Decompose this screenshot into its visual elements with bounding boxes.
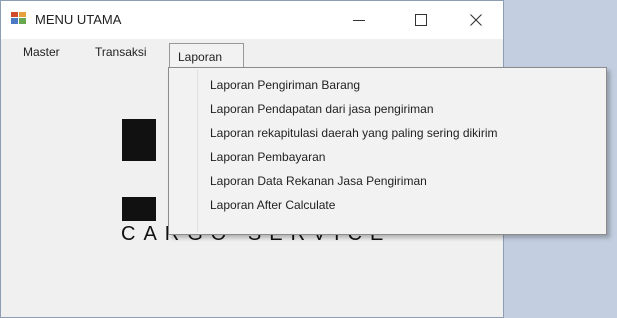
maximize-button[interactable]	[401, 7, 441, 33]
menu-item-pengiriman-barang[interactable]: Laporan Pengiriman Barang	[169, 73, 606, 97]
menu-master[interactable]: Master	[23, 45, 60, 59]
menu-transaksi[interactable]: Transaksi	[95, 45, 147, 59]
close-icon	[470, 14, 482, 26]
menu-item-rekapitulasi[interactable]: Laporan rekapitulasi daerah yang paling …	[169, 121, 606, 145]
logo-graphic-bottom	[122, 197, 156, 221]
menu-laporan-label: Laporan	[178, 50, 223, 64]
window-title: MENU UTAMA	[35, 12, 122, 27]
logo-graphic-top	[122, 119, 156, 161]
maximize-icon	[415, 14, 427, 26]
minimize-button[interactable]	[339, 7, 379, 33]
menu-bar	[1, 39, 503, 65]
menu-item-label: Laporan After Calculate	[210, 198, 336, 212]
menu-item-label: Laporan rekapitulasi daerah yang paling …	[210, 126, 498, 140]
menu-laporan[interactable]: Laporan	[169, 43, 244, 69]
menu-item-data-rekanan[interactable]: Laporan Data Rekanan Jasa Pengiriman	[169, 169, 606, 193]
menu-item-after-calculate[interactable]: Laporan After Calculate	[169, 193, 606, 217]
menu-item-pembayaran[interactable]: Laporan Pembayaran	[169, 145, 606, 169]
menu-item-label: Laporan Data Rekanan Jasa Pengiriman	[210, 174, 427, 188]
minimize-icon	[353, 20, 365, 21]
menu-item-pendapatan[interactable]: Laporan Pendapatan dari jasa pengiriman	[169, 97, 606, 121]
close-button[interactable]	[456, 7, 496, 33]
app-icon	[11, 12, 26, 24]
laporan-dropdown-menu: Laporan Pengiriman Barang Laporan Pendap…	[168, 67, 607, 235]
title-bar[interactable]: MENU UTAMA	[1, 1, 503, 39]
menu-item-label: Laporan Pendapatan dari jasa pengiriman	[210, 102, 434, 116]
menu-item-label: Laporan Pembayaran	[210, 150, 326, 164]
menu-item-label: Laporan Pengiriman Barang	[210, 78, 361, 92]
